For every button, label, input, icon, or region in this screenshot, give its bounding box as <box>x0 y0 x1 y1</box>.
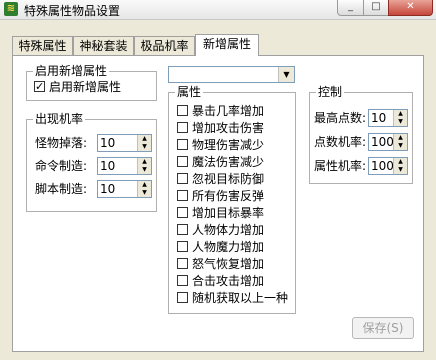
window-title: 特殊属性物品设置 <box>24 4 121 18</box>
attribute-rate-label: 属性机率: <box>314 159 367 173</box>
attribute-checkbox-label: 人物体力增加 <box>192 223 265 237</box>
attribute-checkbox[interactable]: 忽视目标防御 <box>177 172 264 187</box>
attribute-checkbox-box[interactable] <box>177 207 188 218</box>
spinner-arrows-icon[interactable]: ▲ ▼ <box>137 181 151 197</box>
attribute-checkbox[interactable]: 魔法伤害减少 <box>177 155 264 170</box>
minimize-button[interactable]: _ <box>337 0 364 16</box>
command-make-label: 命令制造: <box>35 159 88 173</box>
attribute-checkbox[interactable]: 所有伤害反弹 <box>177 189 264 204</box>
enable-group: 启用新增属性 启用新增属性 <box>26 64 157 101</box>
title-bar[interactable]: ≋ 特殊属性物品设置 _ □ ✕ <box>0 0 436 20</box>
script-make-label: 脚本制造: <box>35 182 88 196</box>
attribute-checkbox[interactable]: 物理伤害减少 <box>177 138 264 153</box>
attribute-select[interactable]: ▼ <box>168 66 295 83</box>
monster-drop-spinner[interactable]: 10 ▲ ▼ <box>97 134 152 152</box>
enable-checkbox-box[interactable] <box>34 79 45 94</box>
attribute-checkbox-label: 增加目标暴率 <box>192 206 265 220</box>
tab-mystery-set[interactable]: 神秘套装 <box>73 36 134 55</box>
attribute-checkbox-box[interactable] <box>177 241 188 252</box>
attribute-checkbox-label: 随机获取以上一种 <box>192 291 289 305</box>
script-make-spinner[interactable]: 10 ▲ ▼ <box>97 180 152 198</box>
attribute-checkbox-box[interactable] <box>177 190 188 201</box>
spinner-arrows-icon[interactable]: ▲ ▼ <box>393 110 407 126</box>
attribute-checkbox-label: 魔法伤害减少 <box>192 155 265 169</box>
app-window: ≋ 特殊属性物品设置 _ □ ✕ 特殊属性 神秘套装 极品机率 新增属性 启用新… <box>0 0 436 360</box>
control-group: 控制 最高点数: 10 ▲ ▼ 点数机率: 100 ▲ ▼ 属性机率: 100 ▲ ▼ <box>309 85 413 184</box>
attribute-checkbox-box[interactable] <box>177 258 188 269</box>
attribute-checkbox-box[interactable] <box>177 292 188 303</box>
attribute-group-title: 属性 <box>175 85 204 99</box>
attribute-checkbox-label: 人物魔力增加 <box>192 240 265 254</box>
attribute-checkbox-box[interactable] <box>177 122 188 133</box>
tab-special-attributes[interactable]: 特殊属性 <box>12 36 73 55</box>
attribute-checkbox-label: 怒气恢复增加 <box>192 257 265 271</box>
attribute-checkbox-label: 忽视目标防御 <box>192 172 265 186</box>
spinner-arrows-icon[interactable]: ▲ ▼ <box>393 158 407 174</box>
attribute-checkbox-box[interactable] <box>177 156 188 167</box>
monster-drop-label: 怪物掉落: <box>35 136 88 150</box>
attribute-checkbox[interactable]: 人物魔力增加 <box>177 240 264 255</box>
appear-rate-title: 出现机率 <box>33 112 86 126</box>
attribute-checkbox-label: 暴击几率增加 <box>192 104 265 118</box>
attribute-checkbox-box[interactable] <box>177 105 188 116</box>
attribute-checkbox[interactable]: 增加攻击伤害 <box>177 121 264 136</box>
maximize-button[interactable]: □ <box>363 0 389 16</box>
monster-drop-value[interactable]: 10 <box>100 136 115 151</box>
attribute-checkbox[interactable]: 合击攻击增加 <box>177 274 264 289</box>
command-make-value[interactable]: 10 <box>100 159 115 174</box>
spinner-arrows-icon[interactable]: ▲ ▼ <box>137 135 151 151</box>
tab-rare-rate[interactable]: 极品机率 <box>134 36 195 55</box>
enable-group-title: 启用新增属性 <box>33 64 110 78</box>
attribute-checkbox-label: 物理伤害减少 <box>192 138 265 152</box>
attribute-checkbox-box[interactable] <box>177 139 188 150</box>
control-group-title: 控制 <box>316 85 345 99</box>
save-button[interactable]: 保存(S) <box>352 317 414 339</box>
script-make-value[interactable]: 10 <box>100 182 115 197</box>
app-icon: ≋ <box>4 2 18 16</box>
enable-checkbox-label: 启用新增属性 <box>49 80 122 94</box>
points-rate-spinner[interactable]: 100 ▲ ▼ <box>368 133 408 151</box>
attribute-checkbox[interactable]: 人物体力增加 <box>177 223 264 238</box>
tab-new-attributes[interactable]: 新增属性 <box>195 34 259 56</box>
attribute-checkbox[interactable]: 增加目标暴率 <box>177 206 264 221</box>
max-points-label: 最高点数: <box>314 111 367 125</box>
spinner-arrows-icon[interactable]: ▲ ▼ <box>393 134 407 150</box>
attribute-checkbox[interactable]: 暴击几率增加 <box>177 104 264 119</box>
attribute-checkbox[interactable]: 随机获取以上一种 <box>177 291 288 306</box>
attribute-checkbox-label: 增加攻击伤害 <box>192 121 265 135</box>
attribute-group: 属性 暴击几率增加 增加攻击伤害 物理伤害减少 魔法伤害减少 忽视目标防御 所有伤害反弹增… <box>168 85 296 314</box>
spinner-arrows-icon[interactable]: ▲ ▼ <box>137 158 151 174</box>
close-button[interactable]: ✕ <box>388 0 433 16</box>
enable-checkbox[interactable]: 启用新增属性 <box>34 79 122 95</box>
attribute-checkbox-box[interactable] <box>177 224 188 235</box>
attribute-checkbox-box[interactable] <box>177 275 188 286</box>
max-points-spinner[interactable]: 10 ▲ ▼ <box>368 109 408 127</box>
appear-rate-group: 出现机率 怪物掉落: 10 ▲ ▼ 命令制造: 10 ▲ ▼ 脚本制造: 10 ▲ ▼ <box>26 112 157 212</box>
attribute-checkbox-label: 所有伤害反弹 <box>192 189 265 203</box>
attribute-rate-value[interactable]: 100 <box>371 159 394 174</box>
command-make-spinner[interactable]: 10 ▲ ▼ <box>97 157 152 175</box>
max-points-value[interactable]: 10 <box>371 111 386 126</box>
attribute-checkbox-box[interactable] <box>177 173 188 184</box>
points-rate-value[interactable]: 100 <box>371 135 394 150</box>
points-rate-label: 点数机率: <box>314 135 367 149</box>
attribute-rate-spinner[interactable]: 100 ▲ ▼ <box>368 157 408 175</box>
attribute-checkbox[interactable]: 怒气恢复增加 <box>177 257 264 272</box>
chevron-down-icon[interactable]: ▼ <box>278 67 294 82</box>
attribute-checkbox-label: 合击攻击增加 <box>192 274 265 288</box>
